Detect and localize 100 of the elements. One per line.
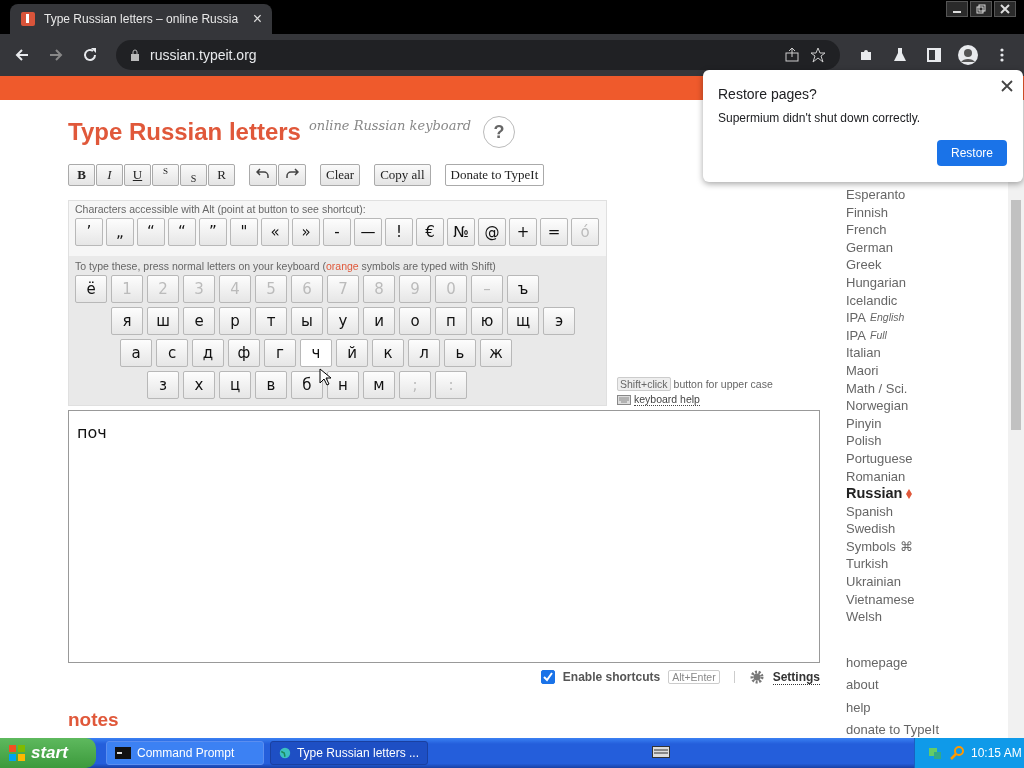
language-link[interactable]: IPA Full bbox=[846, 326, 990, 345]
language-link[interactable]: Italian bbox=[846, 344, 990, 362]
undo-button[interactable] bbox=[249, 164, 277, 186]
letter-key[interactable]: щ bbox=[507, 307, 539, 335]
footer-link[interactable]: help bbox=[846, 696, 990, 720]
close-button[interactable] bbox=[994, 1, 1016, 17]
letter-key[interactable]: ё bbox=[75, 275, 107, 303]
language-link[interactable]: Math / Sci. bbox=[846, 379, 990, 398]
language-link[interactable]: Welsh bbox=[846, 608, 990, 626]
format-button[interactable]: S bbox=[180, 164, 207, 186]
footer-link[interactable]: about bbox=[846, 674, 990, 697]
letter-key[interactable]: ж bbox=[480, 339, 512, 367]
letter-key[interactable]: л bbox=[408, 339, 440, 367]
symbol-key[interactable]: « bbox=[261, 218, 289, 246]
letter-key[interactable]: г bbox=[264, 339, 296, 367]
letter-key[interactable]: р bbox=[219, 307, 251, 335]
language-link[interactable]: Spanish bbox=[846, 502, 990, 521]
language-link[interactable]: Maori bbox=[846, 361, 990, 380]
restore-button[interactable] bbox=[970, 1, 992, 17]
letter-key[interactable]: м bbox=[363, 371, 395, 399]
format-button[interactable]: U bbox=[124, 164, 151, 186]
format-button[interactable]: S bbox=[152, 164, 179, 186]
taskbar-button[interactable]: Type Russian letters ... bbox=[270, 741, 428, 765]
symbol-key[interactable]: “ bbox=[137, 218, 165, 246]
letter-key[interactable]: з bbox=[147, 371, 179, 399]
symbol-key[interactable]: ’ bbox=[75, 218, 103, 246]
symbol-key[interactable]: » bbox=[292, 218, 320, 246]
language-link[interactable]: Hungarian bbox=[846, 273, 990, 292]
letter-key[interactable]: й bbox=[336, 339, 368, 367]
symbol-key[interactable]: = bbox=[540, 218, 568, 246]
letter-key[interactable]: в bbox=[255, 371, 287, 399]
language-link[interactable]: German bbox=[846, 238, 990, 257]
language-link[interactable]: Pinyin bbox=[846, 414, 990, 433]
language-link[interactable]: Esperanto bbox=[846, 186, 990, 204]
language-link[interactable]: Symbols ⌘ bbox=[846, 537, 990, 556]
symbol-key[interactable]: “ bbox=[168, 218, 196, 246]
help-button[interactable]: ? bbox=[482, 116, 515, 148]
tab-close-button[interactable]: × bbox=[252, 10, 262, 28]
language-link[interactable]: Swedish bbox=[846, 520, 990, 538]
letter-key[interactable]: ы bbox=[291, 307, 323, 335]
letter-key[interactable]: я bbox=[111, 307, 143, 335]
symbol-key[interactable]: + bbox=[509, 218, 537, 246]
symbol-key[interactable]: — bbox=[354, 218, 382, 246]
letter-key[interactable]: ъ bbox=[507, 275, 539, 303]
letter-key[interactable]: ю bbox=[471, 307, 503, 335]
keyboard-help-link[interactable]: keyboard help bbox=[634, 393, 700, 406]
letter-key[interactable]: х bbox=[183, 371, 215, 399]
symbol-key[interactable]: ! bbox=[385, 218, 413, 246]
letter-key[interactable]: н bbox=[327, 371, 359, 399]
letter-key[interactable]: о bbox=[399, 307, 431, 335]
language-link[interactable]: Romanian bbox=[846, 467, 990, 486]
letter-key[interactable]: и bbox=[363, 307, 395, 335]
letter-key[interactable]: а bbox=[120, 339, 152, 367]
letter-key[interactable]: ш bbox=[147, 307, 179, 335]
browser-tab[interactable]: Type Russian letters – online Russia × bbox=[10, 4, 272, 34]
letter-key[interactable]: т bbox=[255, 307, 287, 335]
language-link[interactable]: Portuguese bbox=[846, 449, 990, 468]
language-link[interactable]: IPA English bbox=[846, 309, 990, 327]
settings-link[interactable]: Settings bbox=[772, 669, 820, 685]
language-link[interactable]: Finnish bbox=[846, 203, 990, 222]
symbol-key[interactable]: № bbox=[447, 218, 475, 246]
letter-key[interactable]: к bbox=[372, 339, 404, 367]
donate-button[interactable]: Donate to TypeIt bbox=[444, 164, 545, 186]
language-link[interactable]: Polish bbox=[846, 432, 990, 450]
language-link[interactable]: Norwegian bbox=[846, 397, 990, 415]
footer-link[interactable]: donate to TypeIt bbox=[846, 719, 990, 738]
letter-key[interactable]: с bbox=[156, 339, 188, 367]
format-button[interactable]: R bbox=[208, 164, 235, 186]
language-link[interactable]: Vietnamese bbox=[846, 590, 990, 609]
action-button[interactable]: Copy all bbox=[374, 164, 431, 186]
language-link[interactable]: French bbox=[846, 221, 990, 239]
language-link[interactable]: Greek bbox=[846, 256, 990, 274]
symbol-key[interactable]: ” bbox=[199, 218, 227, 246]
language-link[interactable]: Ukrainian bbox=[846, 573, 990, 591]
letter-key[interactable]: э bbox=[543, 307, 575, 335]
format-button[interactable]: I bbox=[96, 164, 123, 186]
symbol-key[interactable]: " bbox=[230, 218, 258, 246]
language-link[interactable]: Icelandic bbox=[846, 291, 990, 310]
language-link[interactable]: Russian bbox=[846, 485, 990, 503]
format-button[interactable]: B bbox=[68, 164, 95, 186]
letter-key[interactable]: ь bbox=[444, 339, 476, 367]
footer-link[interactable]: homepage bbox=[846, 651, 990, 675]
letter-key[interactable]: у bbox=[327, 307, 359, 335]
address-bar[interactable]: russian.typeit.org bbox=[116, 40, 840, 70]
symbol-key[interactable]: € bbox=[416, 218, 444, 246]
redo-button[interactable] bbox=[278, 164, 306, 186]
letter-key[interactable]: д bbox=[192, 339, 224, 367]
language-link[interactable]: Turkish bbox=[846, 555, 990, 574]
letter-key[interactable]: ф bbox=[228, 339, 260, 367]
taskbar-button[interactable]: Command Prompt bbox=[106, 741, 264, 765]
action-button[interactable]: Clear bbox=[320, 164, 361, 186]
restore-button[interactable]: Restore bbox=[937, 140, 1007, 166]
minimize-button[interactable] bbox=[946, 1, 968, 17]
letter-key[interactable]: б bbox=[291, 371, 323, 399]
symbol-key[interactable]: @ bbox=[478, 218, 506, 246]
letter-key[interactable]: е bbox=[183, 307, 215, 335]
letter-key[interactable]: ц bbox=[219, 371, 251, 399]
checkbox[interactable] bbox=[540, 670, 555, 684]
letter-key[interactable]: п bbox=[435, 307, 467, 335]
symbol-key[interactable]: - bbox=[323, 218, 351, 246]
